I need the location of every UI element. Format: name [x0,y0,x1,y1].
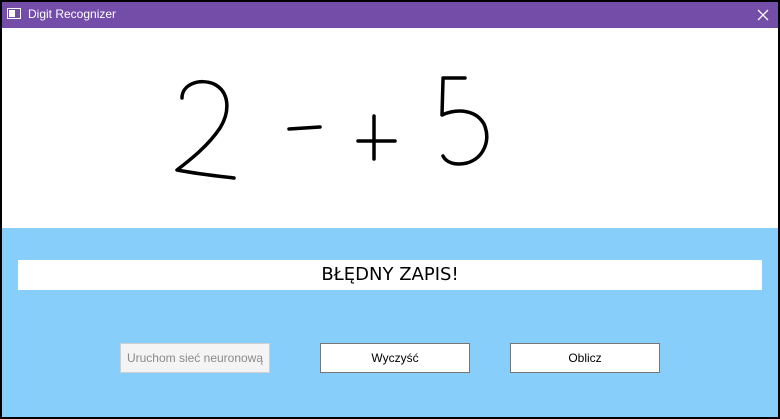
minus-stroke [287,125,322,131]
close-button[interactable] [748,2,778,28]
run-network-button[interactable]: Uruchom sieć neuronową [120,343,270,373]
drawing-canvas[interactable] [2,28,778,228]
app-window: Digit Recognizer BŁĘDNY ZAPIS! Uruchom s… [0,0,780,419]
handwriting-strokes [175,76,489,180]
result-display: BŁĘDNY ZAPIS! [18,260,762,290]
window-icon [7,8,21,19]
compute-button[interactable]: Oblicz [510,343,660,373]
title-bar[interactable]: Digit Recognizer [2,2,778,28]
window-title: Digit Recognizer [28,7,117,21]
digit-5-body-stroke [440,78,489,166]
close-icon [757,9,769,21]
clear-button[interactable]: Wyczyść [320,343,470,373]
digit-2-stroke [175,79,236,180]
